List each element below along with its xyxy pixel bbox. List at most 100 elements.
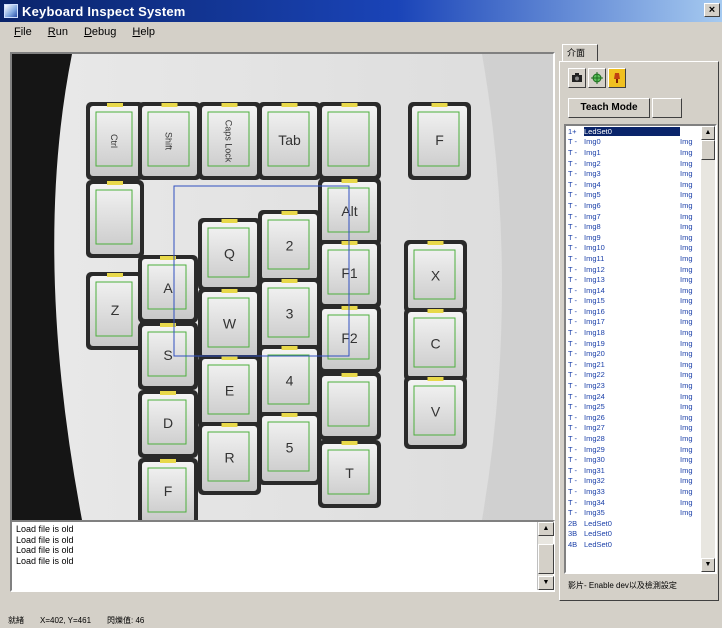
status-value: 閃爍值: 46 xyxy=(107,615,145,625)
key-label: Caps Lock xyxy=(224,120,234,163)
list-cell: T - xyxy=(568,486,578,496)
log-scrollbar[interactable]: ▲ ▼ xyxy=(537,522,554,590)
list-cell: T - xyxy=(568,508,578,518)
key-label: 5 xyxy=(286,440,294,456)
list-item[interactable]: 4B LedSet0 xyxy=(566,539,715,550)
list-cell: Img xyxy=(680,486,693,496)
list-cell: Img23 xyxy=(584,381,605,391)
list-item[interactable]: T - Img23 Img xyxy=(566,380,715,391)
camera-icon[interactable] xyxy=(568,68,586,88)
list-item[interactable]: T - Img9 Img xyxy=(566,232,715,243)
list-item[interactable]: T - Img12 Img xyxy=(566,264,715,275)
list-item[interactable]: T - Img19 Img xyxy=(566,338,715,349)
menu-run[interactable]: Run xyxy=(40,26,76,38)
mode-option-button[interactable] xyxy=(652,98,682,118)
list-cell: Img21 xyxy=(584,359,605,369)
list-item[interactable]: T - Img31 Img xyxy=(566,465,715,476)
list-item[interactable]: 2B LedSet0 xyxy=(566,518,715,529)
list-item[interactable]: T - Img18 Img xyxy=(566,327,715,338)
list-item[interactable]: 1+ LedSet0 xyxy=(566,126,715,137)
list-item[interactable]: T - Img35 Img xyxy=(566,507,715,518)
list-cell: Img9 xyxy=(584,232,601,242)
list-item[interactable]: T - Img22 Img xyxy=(566,370,715,381)
menu-help[interactable]: Help xyxy=(124,26,163,38)
list-item[interactable]: T - Img8 Img xyxy=(566,221,715,232)
list-scroll-up-button[interactable]: ▲ xyxy=(701,126,715,140)
list-item[interactable]: T - Img25 Img xyxy=(566,401,715,412)
list-item[interactable]: T - Img17 Img xyxy=(566,317,715,328)
list-item[interactable]: T - Img29 Img xyxy=(566,444,715,455)
lamp-icon[interactable] xyxy=(608,68,626,88)
scroll-down-button[interactable]: ▼ xyxy=(538,576,554,590)
list-cell: T - xyxy=(568,328,578,338)
step-list[interactable]: 1+ LedSet0 T - Img0 Img T - Img1 Img T - Img2 Img T… xyxy=(564,124,717,574)
keycap: D xyxy=(138,390,198,458)
list-cell: T - xyxy=(568,338,578,348)
keycap: 2 xyxy=(258,210,321,283)
list-cell: Img3 xyxy=(584,169,601,179)
list-item[interactable]: T - Img32 Img xyxy=(566,476,715,487)
key-label: F xyxy=(435,132,444,148)
list-item[interactable]: T - Img16 Img xyxy=(566,306,715,317)
teach-mode-button[interactable]: Teach Mode xyxy=(568,98,650,118)
log-output[interactable]: Load file is old Load file is old Load f… xyxy=(10,520,555,592)
list-item[interactable]: T - Img24 Img xyxy=(566,391,715,402)
list-item[interactable]: T - Img27 Img xyxy=(566,423,715,434)
keycap: A xyxy=(138,255,198,323)
keyboard-image: Ctrl Shift Caps Lock Tab F Alt Z A Q 2 F1 X S W 3 F2 C D E… xyxy=(12,54,553,520)
list-cell: T - xyxy=(568,222,578,232)
list-item[interactable]: T - Img14 Img xyxy=(566,285,715,296)
list-cell: Img xyxy=(680,243,693,253)
log-line: Load file is old xyxy=(16,555,74,566)
list-item[interactable]: T - Img5 Img xyxy=(566,190,715,201)
keycap: 3 xyxy=(258,278,321,351)
list-item[interactable]: T - Img21 Img xyxy=(566,359,715,370)
list-item[interactable]: T - Img1 Img xyxy=(566,147,715,158)
list-cell: Img15 xyxy=(584,296,605,306)
menu-debug[interactable]: Debug xyxy=(76,26,124,38)
list-item[interactable]: T - Img34 Img xyxy=(566,497,715,508)
scroll-up-button[interactable]: ▲ xyxy=(538,522,554,536)
list-cell: Img xyxy=(680,158,693,168)
list-item[interactable]: T - Img10 Img xyxy=(566,243,715,254)
list-item[interactable]: T - Img15 Img xyxy=(566,296,715,307)
list-cell: Img27 xyxy=(584,423,605,433)
list-item[interactable]: T - Img33 Img xyxy=(566,486,715,497)
camera-image-view[interactable]: Ctrl Shift Caps Lock Tab F Alt Z A Q 2 F1 X S W 3 F2 C D E… xyxy=(10,52,555,522)
list-scroll-down-button[interactable]: ▼ xyxy=(701,558,715,572)
list-cell: T - xyxy=(568,169,578,179)
list-cell: T - xyxy=(568,285,578,295)
list-cell: Img19 xyxy=(584,338,605,348)
keycap: Caps Lock xyxy=(198,102,261,180)
keycap: Ctrl xyxy=(86,102,144,180)
list-scroll-thumb[interactable] xyxy=(701,140,715,160)
close-button[interactable]: × xyxy=(704,3,720,17)
list-item[interactable]: T - Img7 Img xyxy=(566,211,715,222)
list-item[interactable]: T - Img13 Img xyxy=(566,274,715,285)
list-scrollbar[interactable]: ▲ ▼ xyxy=(701,126,715,572)
list-cell: Img xyxy=(680,211,693,221)
crosshair-icon[interactable] xyxy=(588,68,606,88)
key-label: Tab xyxy=(278,132,301,148)
tab-interface[interactable]: 介面 xyxy=(562,44,598,62)
list-cell: T - xyxy=(568,465,578,475)
list-item[interactable]: T - Img28 Img xyxy=(566,433,715,444)
list-item[interactable]: T - Img4 Img xyxy=(566,179,715,190)
list-cell: Img xyxy=(680,391,693,401)
list-cell: Img xyxy=(680,190,693,200)
list-item[interactable]: T - Img20 Img xyxy=(566,348,715,359)
list-item[interactable]: T - Img6 Img xyxy=(566,200,715,211)
menu-file[interactable]: File xyxy=(6,26,40,38)
list-item[interactable]: T - Img2 Img xyxy=(566,158,715,169)
list-item[interactable]: T - Img11 Img xyxy=(566,253,715,264)
list-cell: 2B xyxy=(568,518,578,528)
list-cell: Img xyxy=(680,455,693,465)
list-item[interactable]: T - Img0 Img xyxy=(566,137,715,148)
list-item[interactable]: 3B LedSet0 xyxy=(566,529,715,540)
keycap: Shift xyxy=(138,102,201,180)
list-item[interactable]: T - Img3 Img xyxy=(566,168,715,179)
scroll-thumb[interactable] xyxy=(538,544,554,574)
list-item[interactable]: T - Img26 Img xyxy=(566,412,715,423)
keycap: Z xyxy=(86,272,144,350)
list-item[interactable]: T - Img30 Img xyxy=(566,454,715,465)
